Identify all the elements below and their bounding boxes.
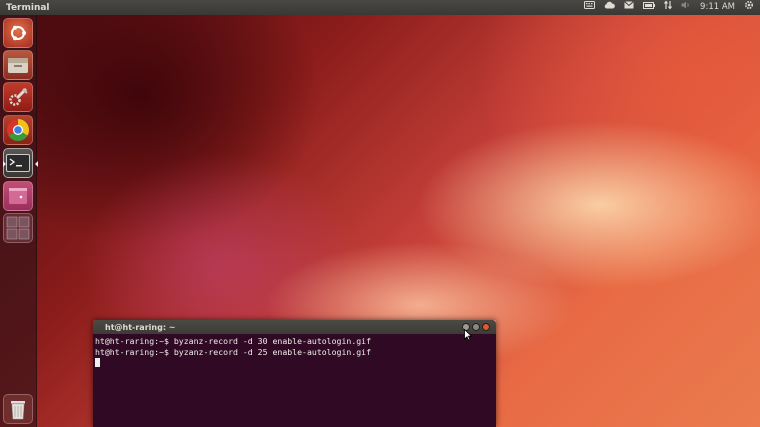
maximize-icon[interactable] (472, 323, 480, 331)
focused-indicator-icon (35, 161, 38, 167)
terminal-icon[interactable] (3, 148, 38, 178)
terminal-line: ht@ht-raring:~$ byzanz-record -d 30 enab… (95, 336, 372, 346)
launcher (0, 15, 38, 427)
ubuntu-dash-icon[interactable] (3, 18, 33, 48)
terminal-cursor-line (95, 358, 494, 369)
gear-icon[interactable] (744, 0, 754, 16)
chrome-icon[interactable] (3, 115, 33, 145)
terminal-window[interactable]: ht@ht-raring: ~ ht@ht-raring:~$ byzanz-r… (93, 320, 496, 427)
top-panel: Terminal 9:11 AM (0, 0, 760, 15)
clock[interactable]: 9:11 AM (700, 0, 735, 15)
battery-icon[interactable] (643, 0, 656, 15)
text-cursor (95, 358, 100, 367)
volume-icon[interactable] (681, 0, 691, 15)
settings-icon[interactable] (3, 82, 33, 112)
workspace-grid-icon[interactable] (3, 213, 33, 243)
terminal-line: ht@ht-raring:~$ byzanz-record -d 25 enab… (95, 347, 372, 357)
terminal-titlebar[interactable]: ht@ht-raring: ~ (93, 320, 496, 334)
files-icon[interactable] (3, 50, 33, 80)
indicator-area: 9:11 AM (584, 0, 754, 16)
network-icon[interactable] (664, 0, 673, 16)
mouse-pointer-icon (464, 329, 472, 341)
workspace-switcher-icon[interactable] (3, 181, 33, 211)
mail-icon[interactable] (624, 0, 634, 15)
keyboard-icon[interactable] (584, 0, 596, 15)
cloud-icon[interactable] (604, 0, 615, 15)
terminal-output[interactable]: ht@ht-raring:~$ byzanz-record -d 30 enab… (93, 334, 496, 427)
app-title: Terminal (6, 2, 50, 13)
trash-icon[interactable] (3, 394, 33, 424)
terminal-title: ht@ht-raring: ~ (105, 322, 176, 332)
running-indicator-icon (3, 161, 6, 167)
close-icon[interactable] (482, 323, 490, 331)
